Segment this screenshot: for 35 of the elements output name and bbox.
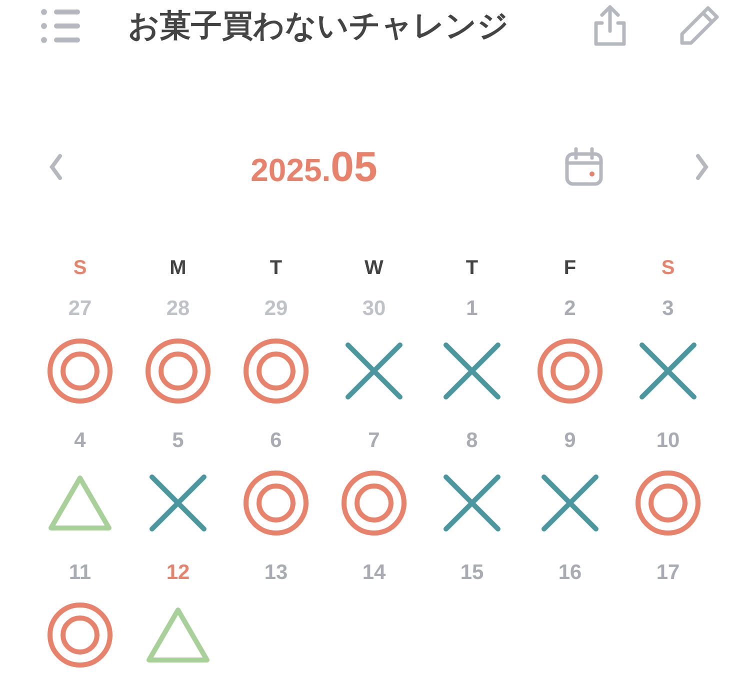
day-number[interactable]: 16	[558, 558, 582, 588]
weekday-label: F	[562, 256, 578, 281]
weekday-label: S	[660, 256, 676, 281]
day-number[interactable]: 13	[264, 558, 288, 588]
day-number[interactable]: 1	[466, 294, 478, 324]
previous-month-chevron[interactable]	[48, 153, 64, 181]
month-label: 2025.05	[250, 143, 378, 191]
menu-icon[interactable]	[40, 7, 82, 45]
day-number[interactable]: 12	[166, 558, 190, 588]
app-title: お菓子買わないチャレンジ	[128, 7, 510, 46]
day-number[interactable]: 5	[172, 426, 184, 456]
day-number[interactable]: 30	[362, 294, 386, 324]
day-number[interactable]: 2	[564, 294, 576, 324]
weekday-label: S	[72, 256, 88, 281]
day-number[interactable]: 8	[466, 426, 478, 456]
day-number[interactable]: 4	[74, 426, 86, 456]
day-number[interactable]: 11	[68, 558, 92, 588]
day-number[interactable]: 3	[662, 294, 674, 324]
weekday-label: T	[268, 256, 284, 281]
day-number[interactable]: 9	[564, 426, 576, 456]
day-number[interactable]: 10	[656, 426, 680, 456]
next-month-chevron[interactable]	[694, 153, 710, 181]
day-number[interactable]: 7	[368, 426, 380, 456]
day-number[interactable]: 6	[270, 426, 282, 456]
day-number[interactable]: 27	[68, 294, 92, 324]
day-number[interactable]: 28	[166, 294, 190, 324]
day-number[interactable]: 17	[656, 558, 680, 588]
weekday-label: M	[168, 256, 188, 281]
pencil-icon[interactable]	[678, 5, 720, 47]
weekday-label: T	[464, 256, 480, 281]
calendar-icon[interactable]	[564, 147, 604, 187]
day-number[interactable]: 29	[264, 294, 288, 324]
day-number[interactable]: 14	[362, 558, 386, 588]
weekday-label: W	[364, 256, 384, 281]
day-number[interactable]: 15	[460, 558, 484, 588]
